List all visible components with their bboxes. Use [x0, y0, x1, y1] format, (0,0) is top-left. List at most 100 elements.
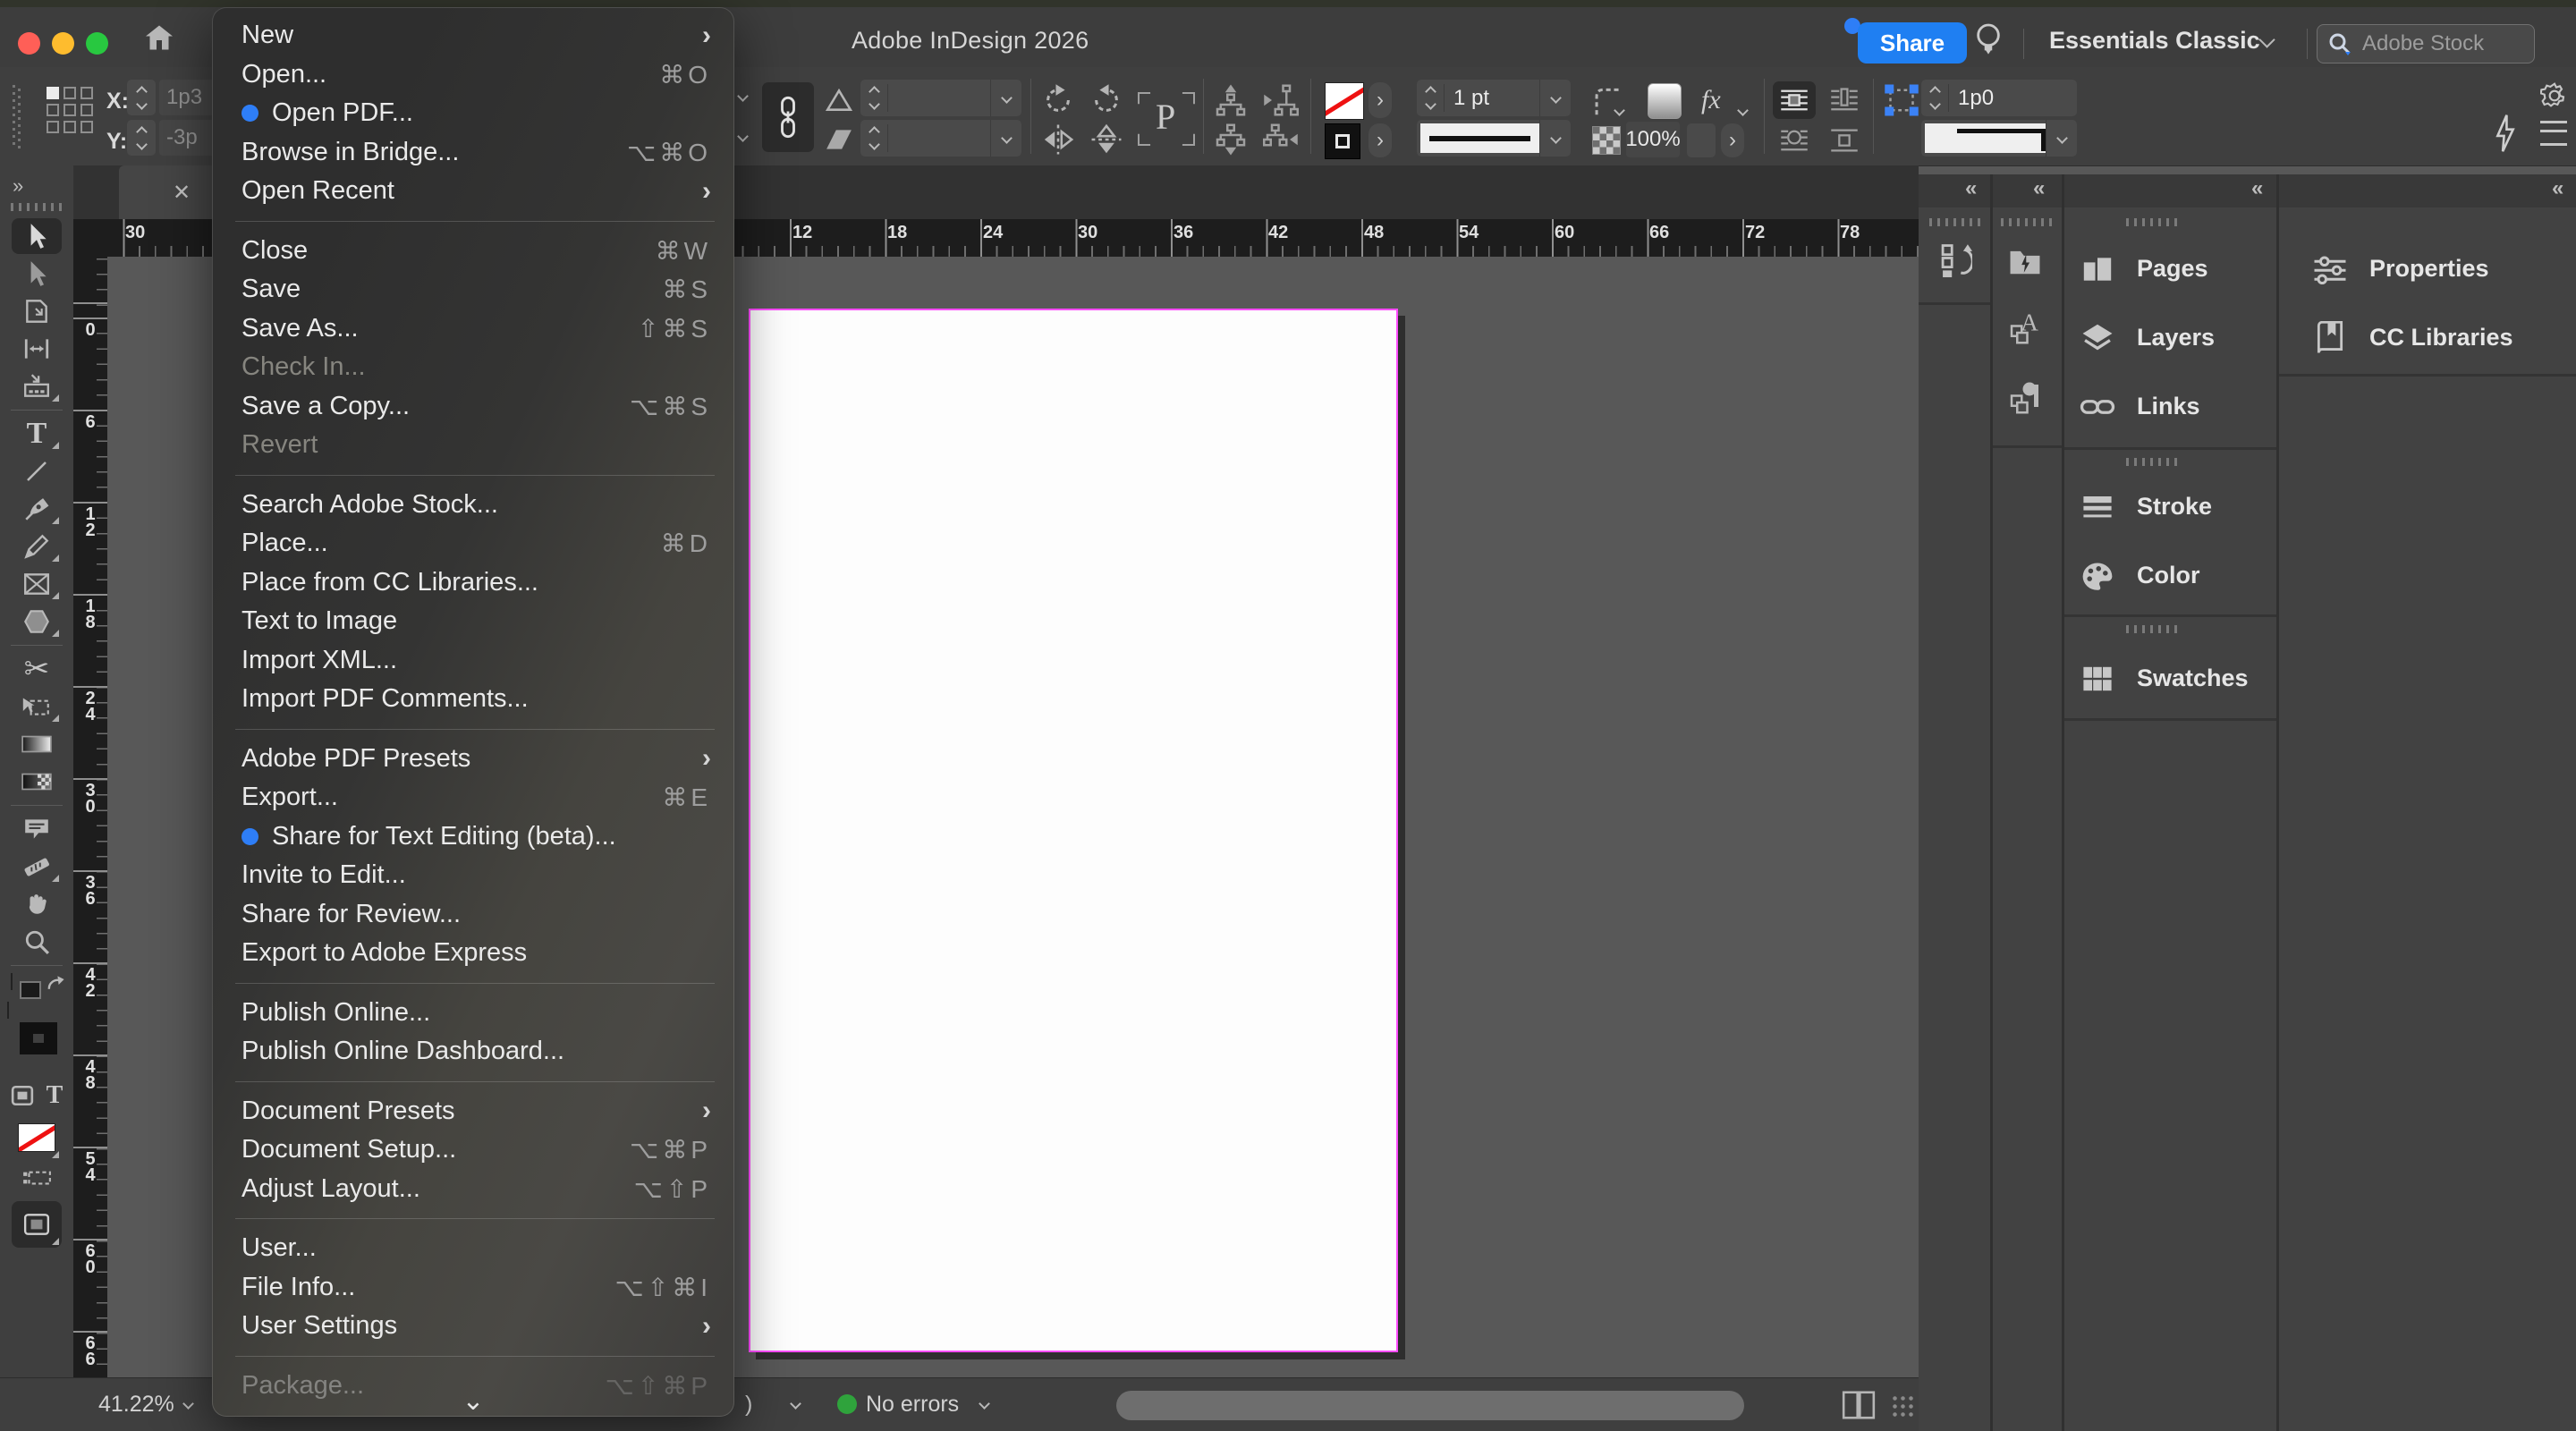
formatting-affects-text-icon[interactable]: T [47, 1081, 64, 1110]
menu-item-save[interactable]: Save ⌘S [212, 270, 734, 309]
collapse-dock-icon[interactable]: « [1965, 176, 1978, 201]
gradient-swatch-tool[interactable] [12, 726, 62, 762]
menu-item-file-info[interactable]: File Info... ⌥⇧⌘I [212, 1268, 734, 1308]
horizontal-scrollbar[interactable] [1116, 1391, 1744, 1420]
menu-item-export[interactable]: Export... ⌘E [212, 778, 734, 817]
select-container-button[interactable]: P [1156, 96, 1175, 138]
collapse-dock-icon[interactable]: « [2251, 176, 2264, 201]
panel-grip[interactable] [2001, 218, 2053, 226]
menu-item-share-for-text-editing[interactable]: Share for Text Editing (beta)... [212, 817, 734, 857]
shear-angle-combo[interactable] [860, 120, 1021, 157]
effects-fx-button[interactable]: fx [1701, 85, 1721, 115]
menu-item-invite-to-edit[interactable]: Invite to Edit... [212, 856, 734, 895]
menu-item-import-pdf-comments[interactable]: Import PDF Comments... [212, 680, 734, 719]
adobe-stock-search-input[interactable]: Adobe Stock [2317, 24, 2535, 64]
note-tool[interactable] [12, 811, 62, 847]
menu-item-save-a-copy[interactable]: Save a Copy... ⌥⌘S [212, 387, 734, 427]
apply-color-button[interactable] [12, 1114, 62, 1161]
swap-fill-stroke-icon[interactable] [45, 974, 66, 995]
gear-icon[interactable] [2540, 81, 2569, 110]
type-tool[interactable]: T [12, 416, 62, 452]
paragraph-styles-panel-button[interactable] [2004, 377, 2046, 419]
stroke-weight-combo[interactable]: 1 pt [1417, 80, 1571, 116]
panel-grip[interactable] [13, 85, 21, 149]
menu-item-adobe-pdf-presets[interactable]: Adobe PDF Presets › [212, 740, 734, 779]
flip-vertical-icon[interactable] [1089, 123, 1123, 157]
swap-mini-fill-icon[interactable] [11, 973, 13, 990]
cc-files-panel-button[interactable] [2004, 240, 2046, 281]
panel-grip[interactable] [2126, 458, 2178, 466]
wrap-bounding-box-button[interactable] [1825, 81, 1864, 119]
scissors-tool[interactable]: ✂ [12, 651, 62, 687]
panel-tab-links[interactable]: Links [2080, 372, 2200, 441]
panel-tab-color[interactable]: Color [2080, 541, 2200, 610]
gap-tool[interactable] [12, 331, 62, 367]
wrap-object-shape-button[interactable] [1773, 123, 1816, 158]
home-icon[interactable] [143, 21, 175, 54]
fill-swatch-none[interactable] [1325, 82, 1364, 120]
panel-grip[interactable] [2126, 218, 2178, 226]
rotate-ccw-icon[interactable] [1089, 83, 1123, 117]
menu-item-open[interactable]: Open... ⌘O [212, 55, 734, 95]
panel-grip[interactable] [1929, 218, 1981, 226]
pencil-tool[interactable] [12, 529, 62, 564]
minimize-window-button[interactable] [52, 32, 74, 55]
effect-target-box[interactable] [1687, 123, 1716, 157]
menu-item-browse-in-bridge[interactable]: Browse in Bridge... ⌥⌘O [212, 133, 734, 173]
reference-point-proxy[interactable] [47, 87, 93, 133]
menu-item-open-recent[interactable]: Open Recent › [212, 172, 734, 211]
transparency-checker-icon[interactable] [1592, 126, 1621, 155]
panel-tab-pages[interactable]: Pages [2080, 234, 2208, 303]
menu-item-place-from-cc-libraries[interactable]: Place from CC Libraries... [212, 563, 734, 603]
menu-item-save-as[interactable]: Save As... ⇧⌘S [212, 309, 734, 349]
content-collector-tool[interactable] [12, 368, 62, 404]
menu-item-import-xml[interactable]: Import XML... [212, 641, 734, 681]
menu-scroll-more-icon[interactable]: ⌄ [212, 1388, 734, 1415]
flip-horizontal-icon[interactable] [1041, 123, 1075, 157]
menu-item-adjust-layout[interactable]: Adjust Layout... ⌥⇧P [212, 1170, 734, 1209]
select-container-nav-icon[interactable] [1263, 123, 1299, 157]
zoom-dropdown-icon[interactable] [182, 1398, 194, 1410]
collapse-dock-icon[interactable]: « [2552, 176, 2564, 201]
corner-radius-combo[interactable]: 1p0 [1921, 80, 2077, 116]
page-tool[interactable] [12, 293, 62, 329]
measure-tool[interactable] [12, 849, 62, 885]
stroke-swatch-black[interactable] [1325, 123, 1360, 159]
wrap-none-button[interactable] [1773, 81, 1816, 119]
select-previous-object-icon[interactable] [1213, 83, 1249, 117]
menu-item-new[interactable]: New › [212, 16, 734, 55]
swap-mini-stroke-icon[interactable] [20, 981, 41, 999]
panel-tab-cc-libraries[interactable]: CC Libraries [2312, 303, 2513, 372]
fill-options-button[interactable]: › [1368, 82, 1392, 118]
chevron-down-icon[interactable] [737, 90, 749, 102]
menu-item-export-to-adobe-express[interactable]: Export to Adobe Express [212, 934, 734, 973]
stroke-style-combo[interactable] [1417, 120, 1571, 157]
close-window-button[interactable] [18, 32, 40, 55]
opacity-field[interactable]: 100% [1625, 122, 1681, 157]
stroke-swatch-toolbar[interactable] [20, 1022, 57, 1054]
selection-tool[interactable] [12, 218, 62, 254]
menu-item-publish-online[interactable]: Publish Online... [212, 994, 734, 1033]
pen-tool[interactable] [12, 491, 62, 527]
version-history-panel-button[interactable] [1935, 240, 1976, 281]
menu-item-publish-online-dashboard[interactable]: Publish Online Dashboard... [212, 1032, 734, 1071]
panel-tab-stroke[interactable]: Stroke [2080, 472, 2212, 541]
document-page[interactable] [749, 309, 1398, 1352]
workspace-switcher[interactable]: Essentials Classic [2049, 27, 2260, 55]
line-tool[interactable] [12, 453, 62, 489]
effect-options-button[interactable]: › [1721, 123, 1744, 157]
panel-grip[interactable] [2126, 625, 2178, 633]
panel-tab-swatches[interactable]: Swatches [2080, 644, 2249, 713]
direct-selection-tool[interactable] [12, 256, 62, 292]
hand-tool[interactable] [12, 886, 62, 922]
text-styles-panel-button[interactable]: A [2004, 308, 2046, 349]
y-stepper[interactable] [127, 120, 156, 156]
menu-item-close[interactable]: Close ⌘W [212, 232, 734, 271]
share-button[interactable]: Share [1858, 22, 1967, 64]
select-content-icon[interactable] [1263, 83, 1299, 117]
panel-tab-layers[interactable]: Layers [2080, 303, 2215, 372]
panel-menu-icon[interactable] [2540, 121, 2567, 146]
x-stepper[interactable] [127, 80, 156, 115]
rotation-angle-combo[interactable] [860, 80, 1021, 116]
vertical-ruler[interactable]: 0 6 12 18 24 30 36 42 48 54 60 66 [73, 257, 107, 1377]
